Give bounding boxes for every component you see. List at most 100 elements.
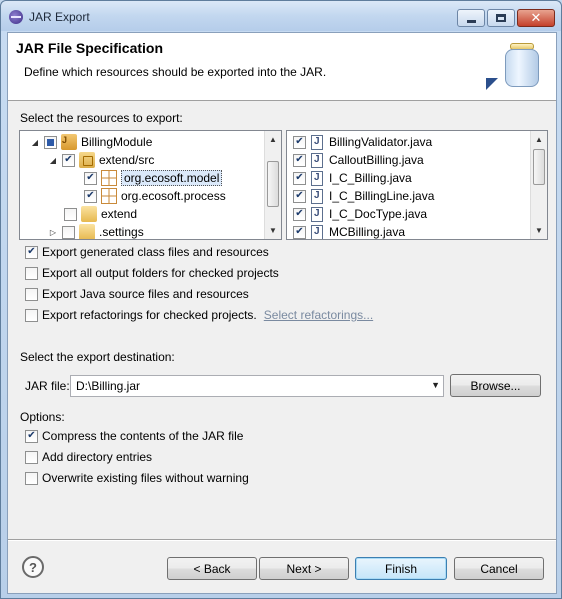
options-label: Options: (20, 410, 65, 424)
compress-option[interactable]: ✔ Compress the contents of the JAR file (25, 429, 243, 443)
wizard-header: JAR File Specification Define which reso… (8, 33, 556, 101)
file-label: I_C_BillingLine.java (329, 189, 435, 203)
tree-item-billingmodule[interactable]: ◢ BillingModule (30, 133, 152, 151)
org-ecosoft-model-checkbox[interactable]: ✔ (84, 171, 97, 185)
tree-item-settings[interactable]: ▷ .settings (48, 223, 144, 239)
next-button[interactable]: Next > (259, 557, 349, 580)
file-label: I_C_Billing.java (329, 171, 412, 185)
extend-src-checkbox[interactable]: ✔ (62, 153, 75, 167)
overwrite-option[interactable]: Overwrite existing files without warning (25, 471, 249, 485)
resources-label: Select the resources to export: (20, 111, 183, 125)
select-refactorings-link[interactable]: Select refactorings... (264, 308, 373, 322)
extend-checkbox[interactable] (64, 207, 77, 221)
export-java-source-option[interactable]: Export Java source files and resources (25, 287, 249, 301)
export-class-files-checkbox[interactable]: ✔ (25, 245, 38, 259)
help-icon[interactable]: ? (22, 556, 44, 578)
file-item[interactable]: ✔ I_C_DocType.java (293, 205, 427, 223)
file-item[interactable]: ✔ I_C_Billing.java (293, 169, 412, 187)
cancel-button[interactable]: Cancel (454, 557, 544, 580)
finish-button[interactable]: Finish (355, 557, 447, 580)
package-icon (101, 170, 117, 186)
directory-entries-option[interactable]: Add directory entries (25, 450, 152, 464)
tree-item-label: extend (101, 207, 138, 221)
tree-item-org-ecosoft-process[interactable]: ✔ org.ecosoft.process (84, 187, 226, 205)
page-description: Define which resources should be exporte… (24, 65, 327, 79)
export-refactorings-option[interactable]: Export refactorings for checked projects… (25, 308, 373, 322)
package-icon (101, 188, 117, 204)
java-file-icon (311, 134, 323, 150)
export-class-files-option[interactable]: ✔ Export generated class files and resou… (25, 245, 269, 259)
jar-banner-icon (503, 43, 541, 89)
file-list[interactable]: ✔ BillingValidator.java ✔ CalloutBilling… (286, 130, 548, 240)
folder-icon (79, 224, 95, 239)
file-item[interactable]: ✔ MCBilling.java (293, 223, 405, 239)
minimize-icon (466, 19, 476, 23)
tree-item-label: .settings (99, 225, 144, 239)
tree-item-label: org.ecosoft.model (121, 170, 223, 186)
tree-vertical-scrollbar[interactable]: ▲ ▼ (264, 131, 281, 239)
export-java-source-checkbox[interactable] (25, 287, 38, 301)
java-project-icon (61, 134, 77, 150)
folder-icon (81, 206, 97, 222)
export-output-folders-checkbox[interactable] (25, 266, 38, 280)
scroll-up-icon[interactable]: ▲ (531, 131, 547, 148)
tree-item-extend[interactable]: extend (64, 205, 137, 223)
scrollbar-thumb[interactable] (533, 149, 545, 185)
file-item[interactable]: ✔ BillingValidator.java (293, 133, 432, 151)
file-checkbox[interactable]: ✔ (293, 153, 306, 167)
tree-item-extend-src[interactable]: ◢ ✔ extend/src (48, 151, 154, 169)
tree-item-label: org.ecosoft.process (121, 189, 226, 203)
directory-entries-checkbox[interactable] (25, 450, 38, 464)
eclipse-icon (9, 10, 23, 24)
scroll-down-icon[interactable]: ▼ (265, 222, 281, 239)
java-file-icon (311, 170, 323, 186)
overwrite-checkbox[interactable] (25, 471, 38, 485)
option-label: Add directory entries (42, 450, 153, 464)
scrollbar-thumb[interactable] (267, 161, 279, 207)
resource-tree[interactable]: ◢ BillingModule ◢ ✔ extend/src ✔ org.eco… (19, 130, 282, 240)
option-label: Export generated class files and resourc… (42, 245, 269, 259)
scroll-down-icon[interactable]: ▼ (531, 222, 547, 239)
dialog-client-area: JAR File Specification Define which reso… (7, 32, 557, 594)
jar-export-window: JAR Export ✕ JAR File Specification Defi… (0, 0, 562, 599)
source-folder-icon (79, 152, 95, 168)
tree-item-label: BillingModule (81, 135, 153, 149)
expand-arrow-icon[interactable]: ▷ (48, 227, 58, 237)
collapse-arrow-icon[interactable]: ◢ (30, 137, 40, 147)
billingmodule-checkbox[interactable] (44, 135, 57, 149)
export-refactorings-checkbox[interactable] (25, 308, 38, 322)
close-icon: ✕ (530, 10, 542, 26)
option-label: Overwrite existing files without warning (42, 471, 249, 485)
file-list-vertical-scrollbar[interactable]: ▲ ▼ (530, 131, 547, 239)
file-checkbox[interactable]: ✔ (293, 189, 306, 203)
destination-label: Select the export destination: (20, 350, 175, 364)
file-label: CalloutBilling.java (329, 153, 424, 167)
option-label: Export refactorings for checked projects… (42, 308, 257, 322)
tree-item-org-ecosoft-model[interactable]: ✔ org.ecosoft.model (84, 169, 223, 187)
file-checkbox[interactable]: ✔ (293, 135, 306, 149)
file-checkbox[interactable]: ✔ (293, 207, 306, 221)
jar-file-combo[interactable]: D:\Billing.jar ▼ (70, 375, 444, 397)
org-ecosoft-process-checkbox[interactable]: ✔ (84, 189, 97, 203)
java-file-icon (311, 152, 323, 168)
option-label: Export Java source files and resources (42, 287, 249, 301)
browse-button[interactable]: Browse... (450, 374, 541, 397)
file-item[interactable]: ✔ I_C_BillingLine.java (293, 187, 434, 205)
close-button[interactable]: ✕ (517, 9, 555, 27)
java-file-icon (311, 206, 323, 222)
file-checkbox[interactable]: ✔ (293, 225, 306, 239)
file-label: BillingValidator.java (329, 135, 433, 149)
maximize-button[interactable] (487, 9, 515, 27)
file-item[interactable]: ✔ CalloutBilling.java (293, 151, 424, 169)
scroll-up-icon[interactable]: ▲ (265, 131, 281, 148)
minimize-button[interactable] (457, 9, 485, 27)
back-button[interactable]: < Back (167, 557, 257, 580)
settings-checkbox[interactable] (62, 225, 75, 239)
dropdown-arrow-icon[interactable]: ▼ (431, 380, 440, 390)
java-file-icon (311, 224, 323, 239)
export-output-folders-option[interactable]: Export all output folders for checked pr… (25, 266, 279, 280)
collapse-arrow-icon[interactable]: ◢ (48, 155, 58, 165)
file-checkbox[interactable]: ✔ (293, 171, 306, 185)
title-bar[interactable]: JAR Export ✕ (1, 1, 561, 31)
compress-checkbox[interactable]: ✔ (25, 429, 38, 443)
